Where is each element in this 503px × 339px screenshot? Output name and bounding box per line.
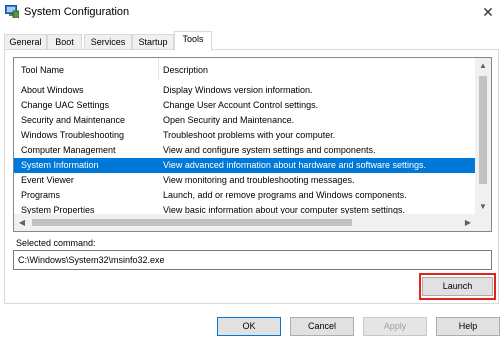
tab-boot[interactable]: Boot — [47, 34, 82, 50]
horizontal-scroll-thumb[interactable] — [32, 219, 352, 226]
tool-description: Launch, add or remove programs and Windo… — [163, 190, 407, 200]
selected-command-field[interactable]: C:\Windows\System32\msinfo32.exe — [13, 250, 492, 270]
tab-tools[interactable]: Tools — [174, 31, 212, 51]
tool-name: About Windows — [21, 85, 84, 95]
tool-description: Change User Account Control settings. — [163, 100, 319, 110]
tool-name: Event Viewer — [21, 175, 74, 185]
launch-button[interactable]: Launch — [422, 277, 493, 296]
column-divider[interactable] — [158, 58, 159, 80]
cancel-button[interactable]: Cancel — [290, 317, 354, 336]
scroll-up-icon[interactable]: ▲ — [475, 58, 491, 74]
tab-services[interactable]: Services — [84, 34, 132, 50]
list-item[interactable]: Programs Launch, add or remove programs a… — [14, 188, 476, 203]
tool-description: Display Windows version information. — [163, 85, 313, 95]
tool-description: View monitoring and troubleshooting mess… — [163, 175, 355, 185]
list-item[interactable]: Security and Maintenance Open Security an… — [14, 113, 476, 128]
horizontal-scrollbar[interactable]: ◀ ▶ — [14, 214, 476, 231]
list-item[interactable]: Change UAC Settings Change User Account C… — [14, 98, 476, 113]
ok-button[interactable]: OK — [217, 317, 281, 336]
help-button[interactable]: Help — [436, 317, 500, 336]
column-header-tool-name[interactable]: Tool Name — [21, 65, 64, 75]
title-bar: System Configuration ✕ — [0, 0, 503, 26]
scroll-right-icon[interactable]: ▶ — [460, 214, 476, 231]
scrollbar-corner — [475, 214, 491, 231]
tool-name: Programs — [21, 190, 61, 200]
window-title: System Configuration — [24, 6, 130, 18]
close-icon[interactable]: ✕ — [473, 0, 503, 24]
tool-description: View advanced information about hardware… — [163, 160, 426, 170]
list-item[interactable]: Windows Troubleshooting Troubleshoot prob… — [14, 128, 476, 143]
scroll-left-icon[interactable]: ◀ — [14, 214, 30, 231]
list-item-selected[interactable]: System Information View advanced informat… — [14, 158, 476, 173]
tool-description: Troubleshoot problems with your computer… — [163, 130, 336, 140]
vertical-scroll-thumb[interactable] — [479, 76, 487, 184]
tab-startup[interactable]: Startup — [132, 34, 174, 50]
scroll-down-icon[interactable]: ▼ — [475, 199, 491, 215]
list-header: Tool Name Description — [14, 58, 476, 80]
selected-command-label: Selected command: — [16, 238, 96, 248]
tool-name: Windows Troubleshooting — [21, 130, 125, 140]
tools-list[interactable]: Tool Name Description About Windows Displ… — [13, 57, 492, 232]
list-item[interactable]: Computer Management View and configure sy… — [14, 143, 476, 158]
tool-name: Computer Management — [21, 145, 116, 155]
vertical-scrollbar[interactable]: ▲ ▼ — [475, 58, 491, 215]
tab-general[interactable]: General — [4, 34, 47, 50]
tool-description: Open Security and Maintenance. — [163, 115, 295, 125]
apply-button[interactable]: Apply — [363, 317, 427, 336]
tool-name: Security and Maintenance — [21, 115, 126, 125]
list-item[interactable]: Event Viewer View monitoring and troubles… — [14, 173, 476, 188]
tool-name: System Information — [21, 160, 99, 170]
column-header-description[interactable]: Description — [163, 65, 208, 75]
list-item[interactable]: About Windows Display Windows version inf… — [14, 83, 476, 98]
tool-description: View and configure system settings and c… — [163, 145, 376, 155]
system-configuration-icon — [5, 5, 19, 18]
tool-name: Change UAC Settings — [21, 100, 110, 110]
